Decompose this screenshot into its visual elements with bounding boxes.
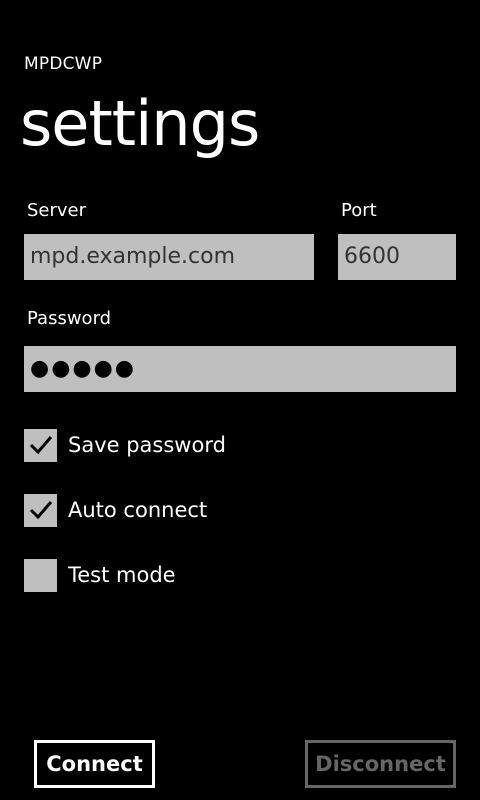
app-title: MPDCWP <box>24 54 103 74</box>
check-icon <box>29 501 52 520</box>
test-mode-checkbox-row[interactable]: Test mode <box>24 558 176 592</box>
page-title: settings <box>20 87 260 160</box>
password-label: Password <box>27 308 112 329</box>
test-mode-checkbox[interactable] <box>24 558 57 592</box>
save-password-checkbox[interactable] <box>24 428 57 462</box>
test-mode-label: Test mode <box>68 563 176 587</box>
port-label: Port <box>341 200 377 221</box>
port-input[interactable]: 6600 <box>338 234 456 280</box>
server-input[interactable]: mpd.example.com <box>24 234 314 280</box>
server-label: Server <box>27 200 87 221</box>
check-icon <box>29 436 52 455</box>
connect-button[interactable]: Connect <box>34 740 155 788</box>
auto-connect-label: Auto connect <box>68 498 208 522</box>
auto-connect-checkbox[interactable] <box>24 493 57 527</box>
save-password-label: Save password <box>68 433 226 457</box>
save-password-checkbox-row[interactable]: Save password <box>24 428 226 462</box>
password-input[interactable]: ●●●●● <box>24 346 456 392</box>
disconnect-button[interactable]: Disconnect <box>305 740 456 788</box>
auto-connect-checkbox-row[interactable]: Auto connect <box>24 493 207 527</box>
